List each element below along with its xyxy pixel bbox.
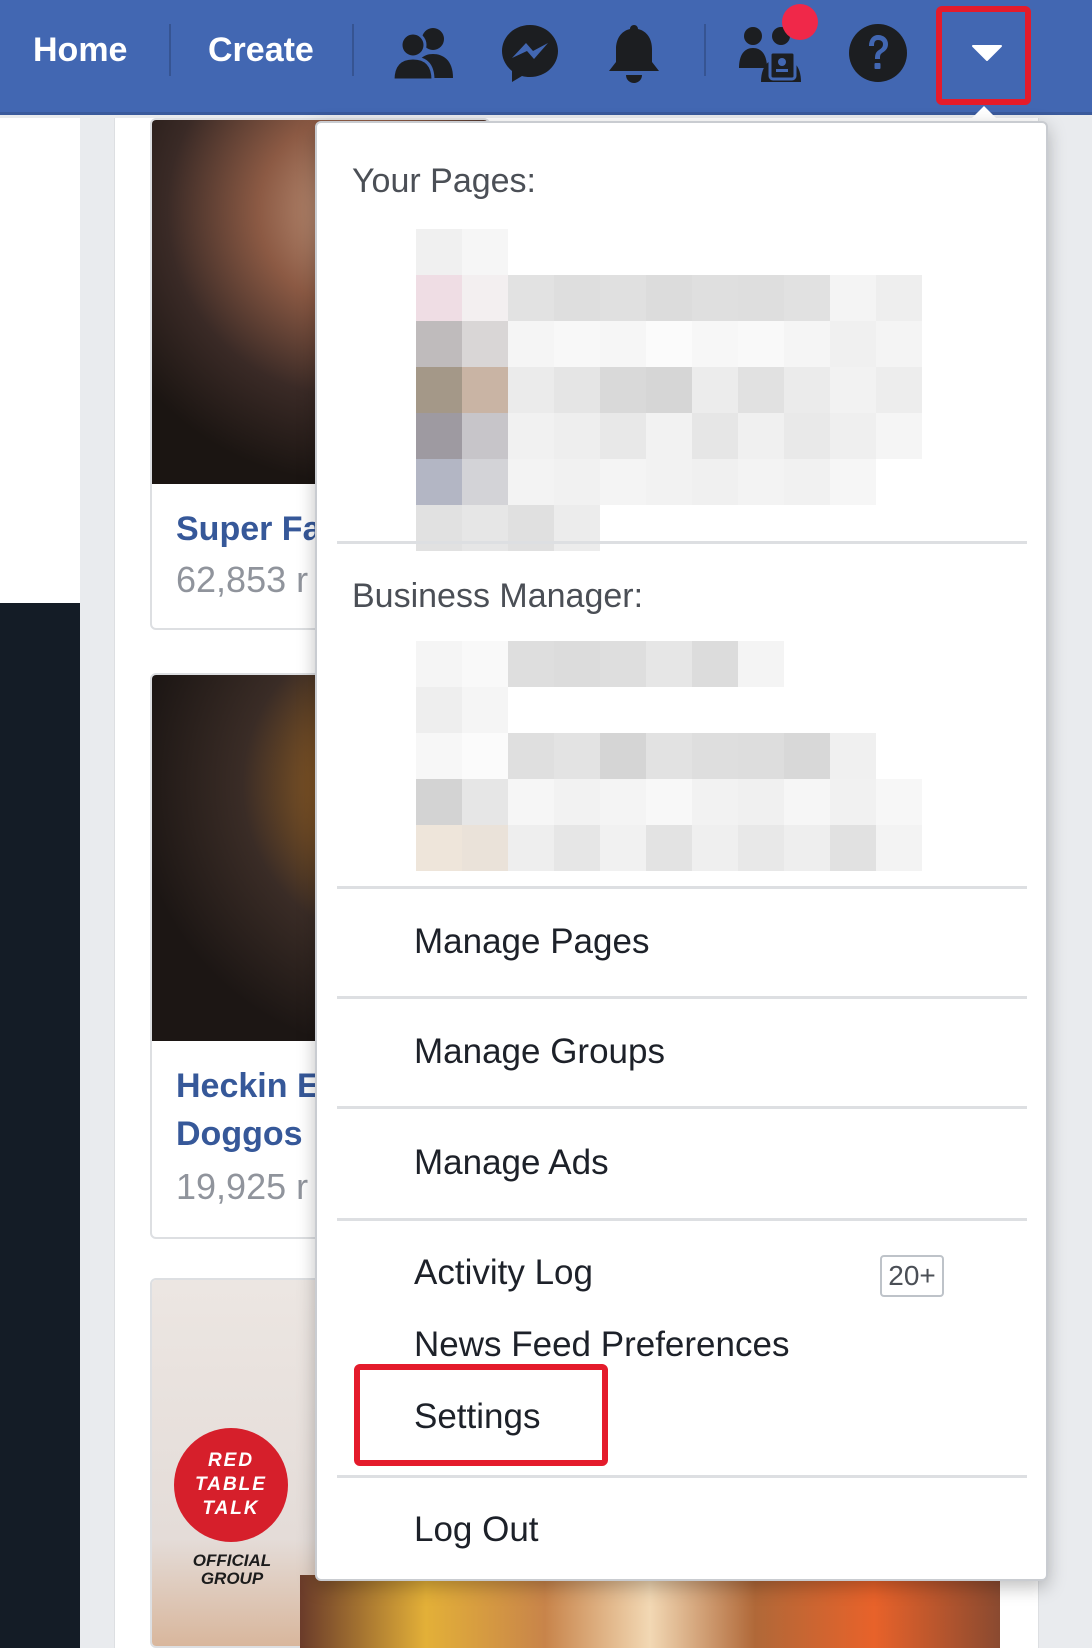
notifications-bell-icon[interactable] xyxy=(604,18,664,88)
group-name[interactable]: Heckin E xyxy=(176,1063,320,1109)
menu-divider xyxy=(337,1218,1027,1221)
account-dropdown-menu: Your Pages: Business Manager: Manage Pag… xyxy=(315,121,1048,1581)
nav-separator xyxy=(352,24,354,76)
friend-requests-icon[interactable] xyxy=(388,18,458,88)
group-photo-strip xyxy=(300,1575,1000,1648)
menu-item-manage-ads[interactable]: Manage Ads xyxy=(414,1141,609,1185)
create-link[interactable]: Create xyxy=(208,28,314,72)
menu-divider xyxy=(337,886,1027,889)
menu-caret-pointer xyxy=(968,106,1000,122)
home-link[interactable]: Home xyxy=(33,28,127,72)
business-manager-list-pixelated[interactable] xyxy=(416,641,968,871)
menu-item-manage-pages[interactable]: Manage Pages xyxy=(414,920,649,964)
menu-item-news-feed-preferences[interactable]: News Feed Preferences xyxy=(414,1323,789,1367)
nav-separator xyxy=(704,24,706,76)
menu-divider xyxy=(337,996,1027,999)
help-icon[interactable] xyxy=(846,18,910,88)
account-menu-highlight xyxy=(936,6,1031,105)
menu-divider xyxy=(337,1475,1027,1478)
your-pages-list-pixelated[interactable] xyxy=(416,229,968,551)
your-pages-heading: Your Pages: xyxy=(352,162,536,200)
official-group-label: OFFICIAL GROUP xyxy=(192,1551,272,1588)
notification-dot xyxy=(782,4,818,40)
business-manager-heading: Business Manager: xyxy=(352,577,644,615)
menu-item-log-out[interactable]: Log Out xyxy=(414,1508,539,1552)
menu-divider xyxy=(337,541,1027,544)
nav-separator xyxy=(169,24,171,76)
menu-item-activity-log[interactable]: Activity Log xyxy=(414,1251,593,1295)
left-rail-dark xyxy=(0,603,80,1648)
menu-divider xyxy=(337,1106,1027,1109)
left-rail-white xyxy=(0,118,80,603)
activity-log-count-badge: 20+ xyxy=(880,1255,944,1297)
group-name[interactable]: Super Fa xyxy=(176,506,321,552)
settings-highlight xyxy=(354,1364,608,1466)
menu-item-manage-groups[interactable]: Manage Groups xyxy=(414,1030,665,1074)
group-member-count: 19,925 r xyxy=(176,1166,309,1207)
group-name-line-2[interactable]: Doggos xyxy=(176,1111,303,1157)
red-table-talk-logo: RED TABLE TALK xyxy=(174,1428,288,1542)
group-member-count: 62,853 r xyxy=(176,559,309,600)
top-navigation-bar: Home Create xyxy=(0,0,1092,115)
messenger-icon[interactable] xyxy=(497,18,563,88)
